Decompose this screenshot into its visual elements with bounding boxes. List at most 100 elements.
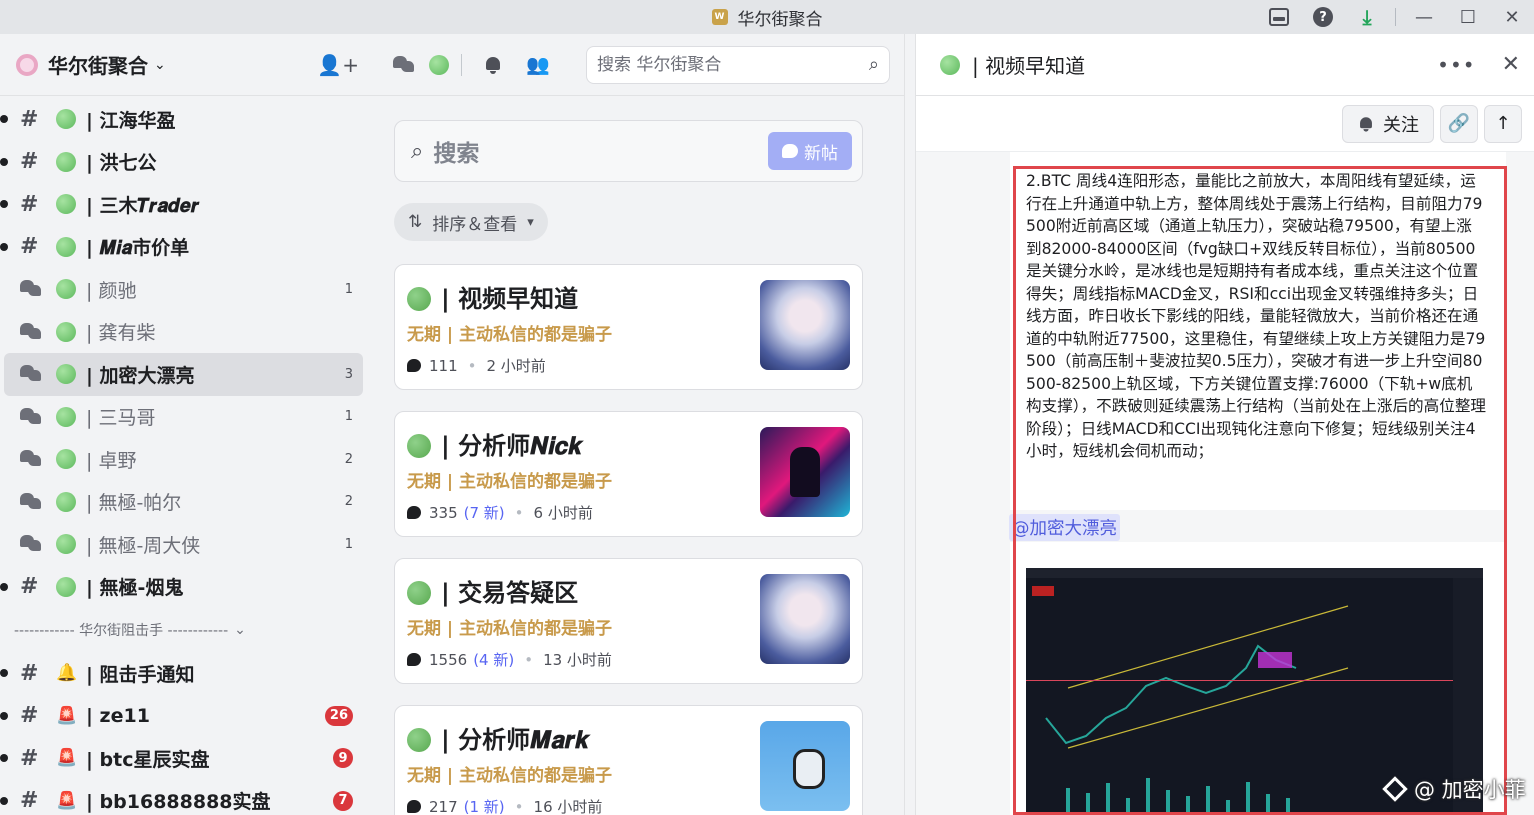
- thread-panel: | 视频早知道 ••• ✕ 关注 🔗 ↑ 2.BTC 周线4连阳形态，量能比之前…: [915, 34, 1534, 815]
- hashtag-icon: #: [20, 660, 39, 686]
- hashtag-icon: #: [20, 574, 39, 600]
- separator-dot: •: [514, 503, 524, 522]
- post-time: 13 小时前: [543, 651, 612, 669]
- message-icon: [407, 800, 421, 813]
- forum-body: ⌕ 搜索 新帖 ⇅ 排序＆查看 ▾ | 视频早知道 无期 | 主动私信的都是骗子 1…: [375, 96, 904, 815]
- watermark-text: @ 加密小菲: [1414, 778, 1526, 802]
- server-search[interactable]: ⌕: [586, 45, 890, 84]
- follow-button[interactable]: 关注: [1342, 104, 1434, 143]
- close-thread-icon[interactable]: ✕: [1502, 52, 1520, 77]
- members-icon[interactable]: 👥: [526, 53, 550, 76]
- sidebar-channel[interactable]: | 三马哥 1: [4, 396, 363, 439]
- sidebar-channel[interactable]: # | 三木𝑻𝒓𝒂𝒅𝒆𝒓: [0, 183, 363, 226]
- sidebar-channel[interactable]: # | 無極-烟鬼: [0, 566, 363, 609]
- green-circle-icon: [940, 54, 960, 75]
- sort-view-button[interactable]: ⇅ 排序＆查看 ▾: [394, 203, 548, 241]
- forum-channel-icon: [20, 407, 48, 426]
- new-post-button[interactable]: 新帖: [768, 132, 852, 170]
- notification-bell-icon[interactable]: [484, 56, 502, 74]
- post-thumbnail-image: [760, 280, 850, 370]
- more-options-icon[interactable]: •••: [1437, 53, 1475, 77]
- forum-post-card[interactable]: | 视频早知道 无期 | 主动私信的都是骗子 111 • 2 小时前: [394, 264, 863, 390]
- maximize-button[interactable]: ☐: [1446, 0, 1490, 34]
- category-label: ------------ 华尔街阻击手 ------------: [14, 623, 229, 639]
- forum-bubbles-icon: [20, 322, 42, 341]
- channel-name: | btc星辰实盘: [86, 748, 210, 771]
- sidebar-channel[interactable]: | 颜驰 1: [4, 268, 363, 311]
- green-circle-icon: [56, 279, 76, 300]
- channel-name: | 無極-帕尔: [86, 492, 182, 515]
- sidebar-channel[interactable]: | 無極-帕尔 2: [4, 481, 363, 524]
- green-circle-icon: [56, 449, 76, 470]
- new-count: (7 新): [463, 504, 505, 522]
- sidebar-channel[interactable]: # | 江海华盈: [0, 98, 363, 141]
- post-list: | 视频早知道 无期 | 主动私信的都是骗子 111 • 2 小时前 | 分析师𝑵𝒊𝒄𝒌 无…: [394, 264, 863, 815]
- post-time: 6 小时前: [533, 504, 593, 522]
- window-controls: ? ⤓ — ☐ ✕: [1257, 0, 1534, 34]
- green-circle-icon: [56, 491, 76, 512]
- green-circle-icon: [429, 54, 449, 75]
- diamond-logo-icon: [1382, 776, 1408, 802]
- sidebar-channel[interactable]: | 卓野 2: [4, 438, 363, 481]
- unread-indicator: [0, 669, 8, 678]
- forum-search-bar[interactable]: ⌕ 搜索 新帖: [394, 120, 863, 182]
- window-title: 华尔街聚合: [737, 9, 823, 30]
- forum-post-card[interactable]: | 分析师𝑵𝒊𝒄𝒌 无期 | 主动私信的都是骗子 335 (7 新) • 6 小时前: [394, 411, 863, 537]
- add-member-icon[interactable]: 👤+: [317, 53, 359, 77]
- help-button[interactable]: ?: [1301, 0, 1345, 34]
- sidebar-channel[interactable]: # 🚨 | ze11 26: [0, 695, 363, 738]
- channel-category[interactable]: ------------ 华尔街阻击手 ------------ ⌄: [0, 608, 375, 652]
- server-search-input[interactable]: [597, 54, 869, 75]
- channel-name: | 加密大漂亮: [86, 364, 195, 387]
- titlebar-divider: [1395, 8, 1396, 26]
- sidebar-channel[interactable]: | 龚有柴: [4, 311, 363, 354]
- message-area: 2.BTC 周线4连阳形态，量能比之前放大，本周阳线有望延续，运行在上升通道中轨…: [916, 152, 1534, 815]
- header-divider: [461, 53, 462, 76]
- channel-list: # | 江海华盈 # | 洪七公 # | 三木𝑻𝒓𝒂𝒅𝒆𝒓 # | 𝑴𝒊𝒂市价单 | 颜驰 1 | …: [0, 96, 375, 815]
- post-title: | 分析师𝑴𝒂𝒓𝒌: [441, 726, 590, 754]
- sidebar-channel[interactable]: # 🚨 | btc星辰实盘 9: [0, 737, 363, 780]
- thread-header: | 视频早知道 ••• ✕: [916, 34, 1534, 96]
- hashtag-icon: #: [20, 191, 39, 217]
- sidebar-channel[interactable]: # 🔔 | 阻击手通知: [0, 652, 363, 695]
- message-icon: [407, 653, 421, 666]
- reply-count: 1556: [429, 650, 468, 669]
- hashtag-icon: #: [20, 149, 39, 175]
- sidebar-channel[interactable]: # | 洪七公: [0, 141, 363, 184]
- thread-count: 1: [344, 409, 353, 425]
- green-circle-icon: [56, 576, 76, 597]
- mention-badge: 26: [324, 705, 353, 726]
- scroll-top-button[interactable]: ↑: [1484, 104, 1522, 143]
- copy-link-button[interactable]: 🔗: [1440, 104, 1478, 143]
- sidebar-channel[interactable]: | 無極-周大侠 1: [4, 523, 363, 566]
- download-button[interactable]: ⤓: [1345, 0, 1389, 34]
- green-circle-icon: [56, 109, 76, 130]
- forum-bubbles-icon: [20, 407, 42, 426]
- forum-bubbles-icon: [20, 365, 42, 383]
- forum-bubbles-icon: [20, 492, 42, 511]
- new-post-label: 新帖: [804, 143, 838, 164]
- hashtag-icon: #: [20, 745, 39, 771]
- search-icon: ⌕: [411, 138, 424, 164]
- message-icon: [407, 359, 421, 372]
- minimize-button[interactable]: —: [1402, 0, 1446, 34]
- forum-channel-icon: [20, 450, 48, 468]
- forum-panel: 👥 ⌕ ⌕ 搜索 新帖 ⇅ 排序＆查看 ▾ | 视频早知道无期 | 主动私信的都…: [375, 34, 905, 815]
- unread-indicator: [0, 711, 8, 720]
- close-window-button[interactable]: ✕: [1490, 0, 1534, 34]
- forum-post-card[interactable]: | 交易答疑区 无期 | 主动私信的都是骗子 1556 (4 新) • 13 小时前: [394, 558, 863, 684]
- green-circle-icon: [407, 580, 431, 605]
- forum-bubbles-icon: [20, 280, 42, 298]
- channel-name: | bb16888888实盘: [86, 791, 271, 814]
- arrow-up-icon: ↑: [1495, 113, 1511, 134]
- sidebar-channel[interactable]: # 🚨 | bb16888888实盘 7: [0, 780, 363, 815]
- forum-post-card[interactable]: | 分析师𝑴𝒂𝒓𝒌 无期 | 主动私信的都是骗子 217 (1 新) • 16 小时前: [394, 705, 863, 815]
- sidebar-channel[interactable]: | 加密大漂亮 3: [4, 353, 363, 396]
- channel-name: | 阻击手通知: [86, 663, 195, 686]
- green-circle-icon: [407, 433, 431, 458]
- server-header[interactable]: 华尔街聚合 ⌄ 👤+: [0, 34, 375, 96]
- sidebar-channel[interactable]: # | 𝑴𝒊𝒂市价单: [0, 226, 363, 269]
- post-title: | 交易答疑区: [441, 579, 579, 607]
- inbox-button[interactable]: [1257, 0, 1301, 34]
- reply-count: 111: [429, 356, 458, 375]
